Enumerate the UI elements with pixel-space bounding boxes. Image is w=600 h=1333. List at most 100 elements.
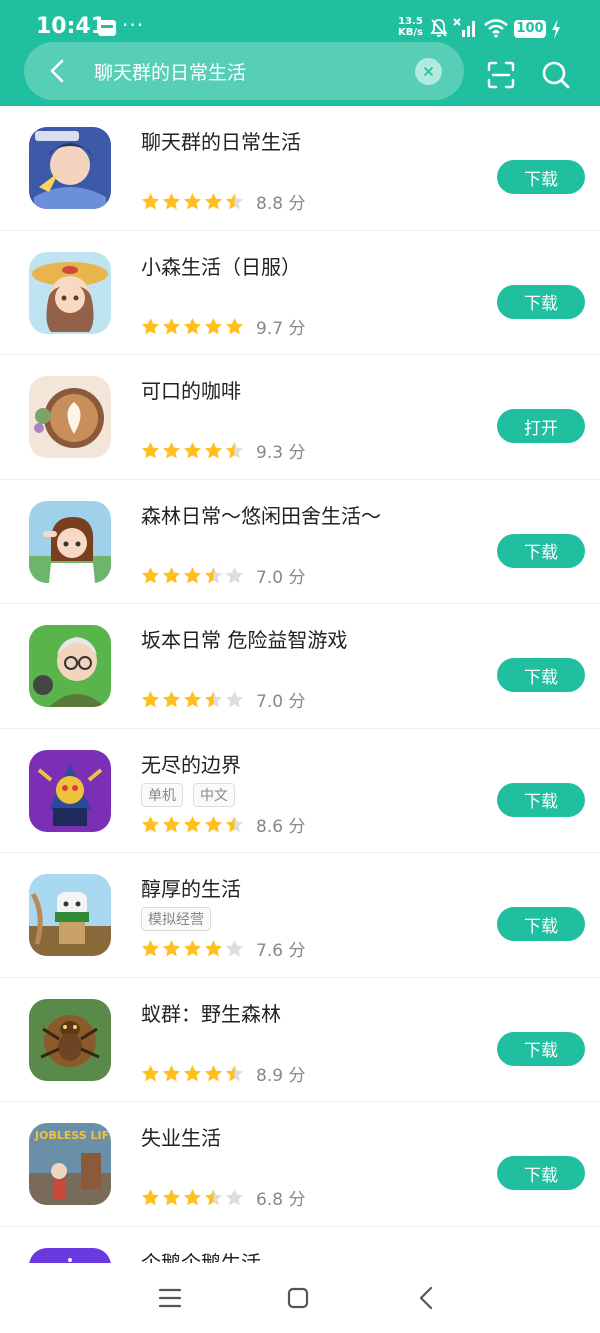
star-full-icon xyxy=(162,193,181,210)
star-full-icon xyxy=(183,1189,202,1206)
download-button[interactable]: 下载 xyxy=(497,1031,585,1066)
app-rating: 9.7 分 xyxy=(141,314,305,339)
app-tag: 模拟经营 xyxy=(141,907,211,931)
scan-icon[interactable] xyxy=(486,60,516,90)
app-rating: 8.6 分 xyxy=(141,812,305,837)
network-speed-value: 13.5 xyxy=(398,16,423,27)
rating-score: 9.3 分 xyxy=(256,443,306,463)
rating-stars xyxy=(141,566,244,585)
star-half-icon xyxy=(204,566,223,583)
app-icon-art xyxy=(29,749,111,832)
app-tag: 单机 xyxy=(141,782,183,807)
download-button[interactable]: 下载 xyxy=(497,160,585,194)
star-full-icon xyxy=(141,1064,160,1081)
rating-stars xyxy=(141,441,244,460)
rating-score: 7.0 分 xyxy=(256,692,306,712)
star-full-icon xyxy=(204,815,223,832)
star-full-icon xyxy=(183,193,202,210)
app-name[interactable]: 小森生活（日服） xyxy=(141,251,301,280)
battery-level: 100 xyxy=(514,20,546,38)
star-full-icon xyxy=(141,691,160,708)
star-full-icon xyxy=(141,815,160,832)
download-button[interactable]: 下载 xyxy=(497,1156,585,1190)
app-list-item[interactable]: 小森生活（日服） 9.7 分 下载 xyxy=(0,231,600,355)
download-button[interactable]: 下载 xyxy=(497,284,585,319)
star-full-icon xyxy=(141,940,160,957)
rating-stars xyxy=(141,690,244,709)
app-list-item[interactable]: JOBLESS LIFE 失业生活 6.8 分 下载 xyxy=(0,1102,600,1227)
recent-apps-icon[interactable] xyxy=(158,1287,182,1309)
app-tags: 单机 中文 xyxy=(141,782,235,807)
app-name[interactable]: 无尽的边界 xyxy=(141,749,241,778)
star-full-icon xyxy=(162,566,181,583)
app-icon-art: JOBLESS LIFE xyxy=(29,1123,111,1205)
rating-stars xyxy=(141,1188,244,1207)
star-empty-icon xyxy=(225,1189,244,1206)
app-name[interactable]: 坂本日常 危险益智游戏 xyxy=(141,624,347,653)
download-button[interactable]: 下载 xyxy=(497,658,585,692)
system-nav-bar xyxy=(0,1263,600,1333)
search-bar xyxy=(24,42,464,100)
network-speed: 13.5 KB/s xyxy=(398,16,423,38)
star-full-icon xyxy=(162,442,181,459)
open-button[interactable]: 打开 xyxy=(497,409,585,443)
clear-search-button[interactable] xyxy=(415,58,442,85)
masked-character-game-icon[interactable] xyxy=(29,874,111,956)
app-name[interactable]: 森林日常～悠闲田舍生活～ xyxy=(141,500,381,529)
search-icon[interactable] xyxy=(540,59,572,91)
star-full-icon xyxy=(183,691,202,708)
search-input[interactable] xyxy=(94,56,394,86)
wifi-icon xyxy=(484,19,508,38)
star-full-icon xyxy=(183,566,202,583)
app-name[interactable]: 蚁群：野生森林 xyxy=(141,998,281,1027)
star-full-icon xyxy=(141,442,160,459)
jobless-life-logo-text: JOBLESS LIFE xyxy=(34,1129,111,1142)
rating-score: 7.6 分 xyxy=(256,941,306,961)
app-name[interactable]: 可口的咖啡 xyxy=(141,375,241,404)
app-icon-art xyxy=(29,376,111,458)
app-list-item[interactable]: 蚁群：野生森林 8.9 分 下载 xyxy=(0,978,600,1102)
app-list-item[interactable]: 无尽的边界单机 中文 8.6 分 下载 xyxy=(0,729,600,853)
app-list-item[interactable]: 森林日常～悠闲田舍生活～ 7.0 分 下载 xyxy=(0,480,600,604)
back-icon[interactable] xyxy=(416,1285,436,1311)
latte-art-game-icon[interactable] xyxy=(29,376,111,458)
star-half-icon xyxy=(225,442,244,459)
back-arrow-icon[interactable] xyxy=(42,55,74,87)
app-list-item[interactable]: 可口的咖啡 9.3 分 打开 xyxy=(0,355,600,480)
jobless-life-game-icon[interactable]: JOBLESS LIFE xyxy=(29,1123,111,1205)
app-rating: 8.8 分 xyxy=(141,189,305,214)
app-list-item[interactable]: 醇厚的生活模拟经营 7.6 分 下载 xyxy=(0,853,600,978)
ant-game-icon[interactable] xyxy=(29,998,111,1081)
header: 10:41 ··· 13.5 KB/s 100 聊天群的日常生活 xyxy=(0,0,600,106)
anime-boy-game-icon[interactable] xyxy=(29,127,111,209)
star-full-icon xyxy=(183,317,202,334)
rating-stars xyxy=(141,1064,244,1083)
rating-score: 8.8 分 xyxy=(256,194,306,214)
star-full-icon xyxy=(204,1064,223,1081)
salute-girl-game-icon[interactable] xyxy=(29,500,111,583)
rating-stars xyxy=(141,815,244,834)
star-empty-icon xyxy=(225,940,244,957)
old-man-game-icon[interactable] xyxy=(29,625,111,707)
app-list-item[interactable]: 坂本日常 危险益智游戏 7.0 分 下载 xyxy=(0,604,600,729)
app-list-item[interactable]: 聊天群的日常生活 8.8 分 下载 xyxy=(0,106,600,231)
app-icon-art xyxy=(29,251,111,334)
download-button[interactable]: 下载 xyxy=(497,907,585,941)
star-full-icon xyxy=(141,193,160,210)
star-full-icon xyxy=(183,1064,202,1081)
rating-stars xyxy=(141,317,244,336)
star-full-icon xyxy=(204,940,223,957)
robot-warrior-game-icon[interactable] xyxy=(29,749,111,832)
home-icon[interactable] xyxy=(287,1287,309,1309)
rating-score: 8.9 分 xyxy=(256,1065,306,1086)
app-name[interactable]: 失业生活 xyxy=(141,1122,221,1151)
app-name[interactable]: 聊天群的日常生活 xyxy=(141,126,301,155)
straw-hat-girl-game-icon[interactable] xyxy=(29,251,111,334)
download-button[interactable]: 下载 xyxy=(497,533,585,568)
app-icon-art xyxy=(29,625,111,707)
star-full-icon xyxy=(183,815,202,832)
app-name[interactable]: 醇厚的生活 xyxy=(141,873,241,902)
notification-mail-icon xyxy=(98,20,116,36)
rating-stars xyxy=(141,192,244,211)
download-button[interactable]: 下载 xyxy=(497,782,585,817)
